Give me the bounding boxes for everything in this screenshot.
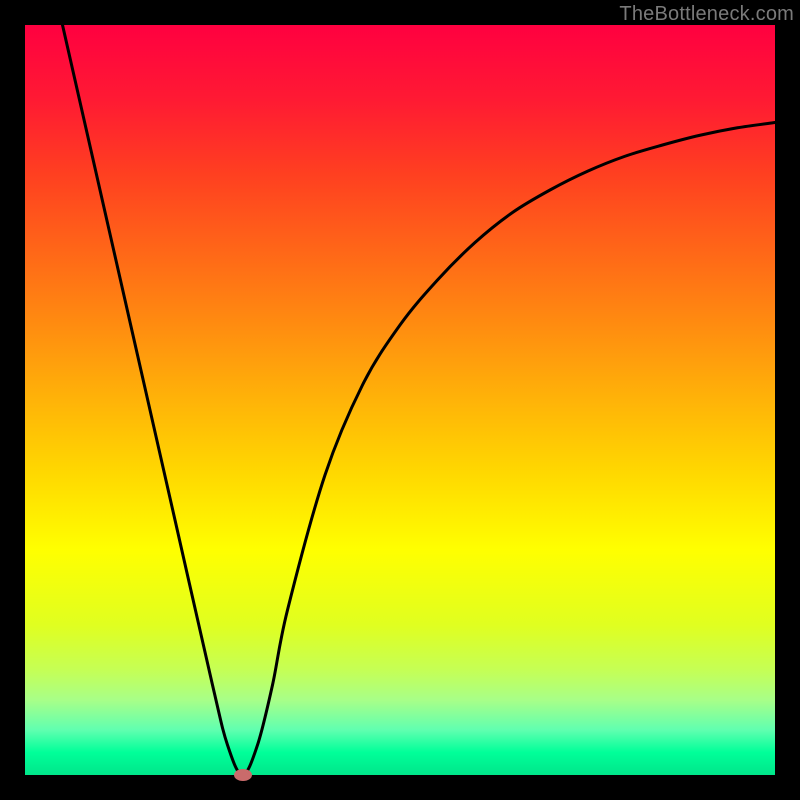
- plot-area: [25, 25, 775, 775]
- watermark-text: TheBottleneck.com: [619, 3, 794, 26]
- minimum-marker: [234, 769, 252, 781]
- bottleneck-curve: [63, 25, 776, 775]
- curve-svg: [25, 25, 775, 775]
- chart-frame: TheBottleneck.com: [0, 0, 800, 800]
